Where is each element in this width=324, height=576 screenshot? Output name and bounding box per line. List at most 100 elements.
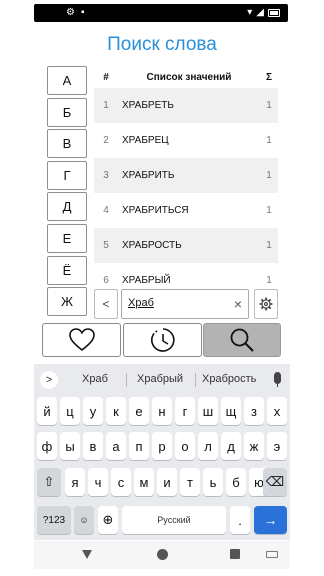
sim-icon: ▪ — [80, 7, 85, 18]
table-row[interactable]: 5 ХРАБРОСТЬ 1 — [94, 228, 278, 263]
favorites-button[interactable] — [42, 323, 121, 357]
suggestion-item[interactable]: Храбрость — [202, 373, 256, 385]
shift-key[interactable]: ⇧ — [37, 468, 61, 496]
table-row[interactable]: 2 ХРАБРЕЦ 1 — [94, 123, 278, 158]
key[interactable]: и — [157, 468, 177, 496]
letter-button-d[interactable]: Д — [47, 192, 87, 222]
row-count: 1 — [266, 100, 272, 111]
on-screen-keyboard: > Храб Храбрый Храбрость й ц у к е н г ш… — [34, 364, 290, 540]
key[interactable]: ш — [198, 397, 218, 425]
letter-button-yo[interactable]: Ё — [47, 255, 87, 285]
wifi-icon: ▾ — [247, 7, 253, 18]
emoji-key[interactable]: ☺ — [74, 506, 94, 534]
key[interactable]: й — [37, 397, 57, 425]
row-count: 1 — [266, 240, 272, 251]
key[interactable]: ж — [244, 432, 264, 460]
letter-button-v[interactable]: В — [47, 129, 87, 159]
key[interactable]: ф — [37, 432, 57, 460]
keyboard-switch-icon[interactable] — [266, 551, 278, 558]
row-word: ХРАБРИТЬ — [122, 170, 175, 181]
key[interactable]: с — [111, 468, 131, 496]
letter-button-e[interactable]: Е — [47, 223, 87, 253]
table-row[interactable]: 3 ХРАБРИТЬ 1 — [94, 158, 278, 193]
key[interactable]: ы — [60, 432, 80, 460]
nav-back-icon[interactable] — [82, 550, 92, 559]
row-number: 1 — [103, 100, 109, 111]
key[interactable]: л — [198, 432, 218, 460]
system-nav-bar — [34, 541, 290, 569]
search-settings-button[interactable] — [254, 289, 278, 319]
nav-home-icon[interactable] — [157, 549, 168, 560]
key[interactable]: г — [175, 397, 195, 425]
period-key[interactable]: . — [230, 506, 250, 534]
row-count: 1 — [266, 205, 272, 216]
row-word: ХРАБРОСТЬ — [122, 240, 182, 251]
keyboard-row: ?123 ☺ ⊕ Русский . → — [34, 506, 290, 534]
keyboard-row: й ц у к е н г ш щ з х — [34, 397, 290, 425]
key[interactable]: п — [129, 432, 149, 460]
letter-button-g[interactable]: Г — [47, 160, 87, 190]
magnifier-icon — [230, 328, 254, 352]
key[interactable]: м — [134, 468, 154, 496]
emoji-icon: ☺ — [79, 515, 89, 525]
key[interactable]: к — [106, 397, 126, 425]
key[interactable]: ь — [203, 468, 223, 496]
key[interactable]: щ — [221, 397, 241, 425]
key[interactable]: я — [65, 468, 85, 496]
row-word: ХРАБРЕЦ — [122, 135, 169, 146]
history-icon — [150, 328, 175, 352]
table-row[interactable]: 6 ХРАБРЫЙ 1 — [94, 263, 278, 284]
search-field[interactable]: × — [121, 289, 249, 319]
letter-column: А Б В Г Д Е Ё Ж — [47, 66, 87, 319]
letter-button-zh[interactable]: Ж — [47, 287, 87, 317]
key[interactable]: э — [267, 432, 287, 460]
row-word: ХРАБРЕТЬ — [122, 100, 174, 111]
back-button[interactable]: < — [94, 289, 118, 319]
suggestion-item[interactable]: Храб — [82, 373, 108, 385]
globe-key[interactable]: ⊕ — [98, 506, 118, 534]
table-row[interactable]: 1 ХРАБРЕТЬ 1 — [94, 88, 278, 123]
key[interactable]: д — [221, 432, 241, 460]
history-button[interactable] — [123, 323, 202, 357]
row-number: 3 — [103, 170, 109, 181]
row-number: 5 — [103, 240, 109, 251]
results-table: # Список значений Σ 1 ХРАБРЕТЬ 1 2 ХРАБР… — [94, 66, 278, 284]
key[interactable]: е — [129, 397, 149, 425]
search-button[interactable] — [203, 323, 281, 357]
key[interactable]: б — [226, 468, 246, 496]
letter-button-a[interactable]: А — [47, 66, 87, 95]
table-row[interactable]: 4 ХРАБРИТЬСЯ 1 — [94, 193, 278, 228]
status-bar: ⚙ ▪ ▾ ◢ — [34, 4, 288, 22]
keyboard-row: ф ы в а п р о л д ж э — [34, 432, 290, 460]
space-key[interactable]: Русский — [122, 506, 226, 534]
key[interactable]: з — [244, 397, 264, 425]
key[interactable]: ц — [60, 397, 80, 425]
key[interactable]: н — [152, 397, 172, 425]
search-input[interactable] — [128, 297, 228, 309]
clear-icon[interactable]: × — [234, 297, 242, 311]
key[interactable]: р — [152, 432, 172, 460]
chevron-left-icon: < — [102, 297, 110, 311]
symbols-key[interactable]: ?123 — [37, 506, 71, 534]
microphone-icon[interactable] — [274, 372, 281, 387]
nav-recents-icon[interactable] — [230, 549, 240, 559]
key[interactable]: о — [175, 432, 195, 460]
battery-icon — [268, 8, 280, 17]
letter-button-b[interactable]: Б — [47, 97, 87, 127]
row-count: 1 — [266, 275, 272, 284]
key[interactable]: а — [106, 432, 126, 460]
key[interactable]: ч — [88, 468, 108, 496]
backspace-key[interactable]: ⌫ — [263, 468, 287, 496]
key[interactable]: у — [83, 397, 103, 425]
page-title: Поиск слова — [107, 34, 217, 55]
key[interactable]: х — [267, 397, 287, 425]
suggestion-item[interactable]: Храбрый — [137, 373, 183, 385]
row-count: 1 — [266, 135, 272, 146]
gear-icon — [259, 297, 273, 311]
key[interactable]: в — [83, 432, 103, 460]
suggestion-strip: > Храб Храбрый Храбрость — [34, 364, 290, 396]
expand-suggestions-icon[interactable]: > — [40, 371, 58, 389]
key[interactable]: т — [180, 468, 200, 496]
header-values: Список значений — [146, 71, 232, 83]
enter-key[interactable]: → — [254, 506, 287, 534]
